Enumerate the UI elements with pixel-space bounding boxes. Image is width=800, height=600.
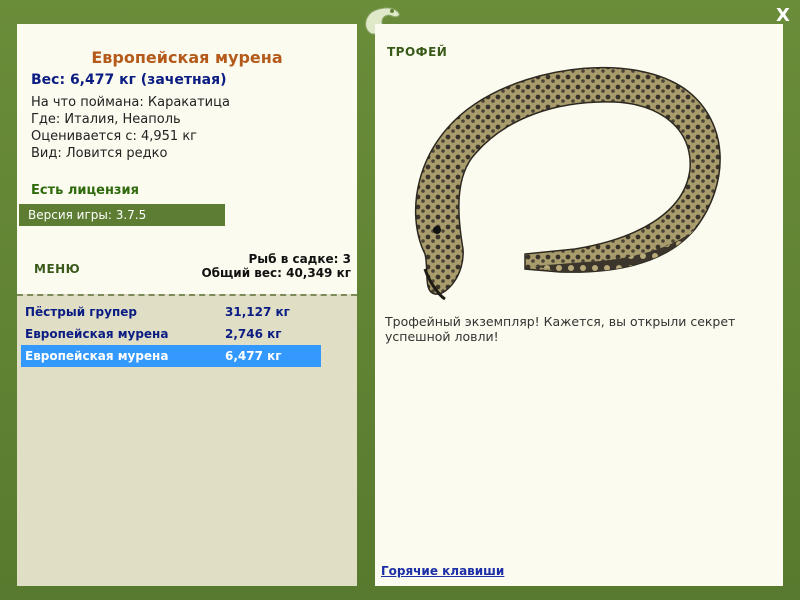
fish-rated-from: Оценивается с: 4,951 кг xyxy=(31,129,198,144)
fish-details: Европейская мурена Вес: 6,477 кг (зачетн… xyxy=(17,24,357,294)
menu-button[interactable]: МЕНЮ xyxy=(34,262,80,276)
cage-item-weight: 6,477 кг xyxy=(225,349,282,363)
cage-total-weight: Общий вес: 40,349 кг xyxy=(201,266,351,280)
fish-kind: Вид: Ловится редко xyxy=(31,146,168,161)
cage-stats: Рыб в садке: 3 Общий вес: 40,349 кг xyxy=(201,252,351,280)
cage-item-weight: 2,746 кг xyxy=(225,327,282,341)
license-status: Есть лицензия xyxy=(31,183,139,198)
cage-item-name: Европейская мурена xyxy=(25,327,169,341)
fish-info-panel: Европейская мурена Вес: 6,477 кг (зачетн… xyxy=(17,24,357,586)
cage-list-item[interactable]: Пёстрый групер 31,127 кг xyxy=(21,301,321,323)
cage-item-name: Европейская мурена xyxy=(25,349,169,363)
cage-count: Рыб в садке: 3 xyxy=(248,252,352,266)
divider xyxy=(17,294,357,296)
trophy-panel: ТРОФЕЙ Трофейный экземпляр! Кажется, вы … xyxy=(375,24,783,586)
cage-list-item[interactable]: Европейская мурена 2,746 кг xyxy=(21,323,321,345)
fish-title: Европейская мурена xyxy=(91,48,283,67)
moray-eel-image xyxy=(414,66,721,301)
fish-bait: На что поймана: Каракатица xyxy=(31,95,230,110)
cage-list-item-selected[interactable]: Европейская мурена 6,477 кг xyxy=(21,345,321,367)
trophy-description: Трофейный экземпляр! Кажется, вы открыли… xyxy=(385,314,736,344)
fish-location: Где: Италия, Неаполь xyxy=(31,112,181,127)
hotkeys-link[interactable]: Горячие клавиши xyxy=(381,564,504,578)
cage-item-weight: 31,127 кг xyxy=(225,305,290,319)
fish-weight: Вес: 6,477 кг (зачетная) xyxy=(31,72,227,88)
cage-item-name: Пёстрый групер xyxy=(25,305,137,319)
version-bar: Версия игры: 3.7.5 xyxy=(19,204,225,226)
